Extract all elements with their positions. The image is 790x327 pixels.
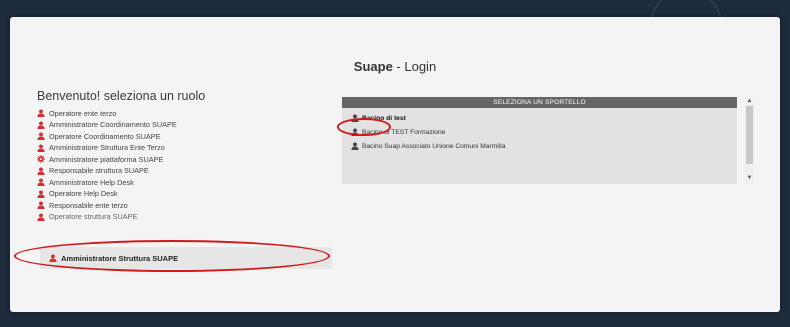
user-icon: [37, 144, 45, 152]
scroll-thumb[interactable]: [746, 106, 753, 164]
user-icon: [351, 114, 359, 122]
role-item[interactable]: Operatore Help Desk: [37, 189, 357, 200]
role-item[interactable]: Amministratore Help Desk: [37, 177, 357, 188]
role-item[interactable]: Responsabile struttura SUAPE: [37, 166, 357, 177]
user-icon: [37, 178, 45, 187]
page-title: Suape - Login: [353, 59, 437, 74]
role-item[interactable]: Operatore Coordinamento SUAPE: [37, 131, 357, 142]
user-icon: [37, 121, 45, 129]
welcome-heading: Benvenuto! seleziona un ruolo: [37, 89, 206, 103]
user-icon: [37, 109, 45, 118]
sportello-label: Bacino di TEST Formazione: [362, 128, 446, 136]
user-icon: [37, 201, 45, 210]
role-label: Operatore Help Desk: [49, 189, 118, 199]
user-icon: [37, 190, 45, 198]
role-label: Amministratore Coordinamento SUAPE: [49, 120, 177, 130]
sportello-item[interactable]: Bacino di TEST Formazione: [351, 127, 737, 137]
sportello-panel: SELEZIONA UN SPORTELLO Bacino di test Bac…: [342, 97, 737, 184]
user-icon: [351, 142, 359, 150]
role-item[interactable]: Amministratore piattaforma SUAPE: [37, 154, 357, 165]
role-label: Responsabile struttura SUAPE: [49, 166, 149, 176]
user-icon: [351, 128, 359, 136]
scroll-down-icon[interactable]: ▼: [746, 175, 753, 182]
selected-role-label: Amministratore Struttura SUAPE: [61, 253, 179, 263]
sportello-label: Bacino Suap Associato Unione Comuni Marm…: [362, 142, 506, 150]
sportello-header: SELEZIONA UN SPORTELLO: [342, 97, 737, 108]
sportello-item[interactable]: Bacino di test: [351, 113, 737, 123]
gear-icon: [37, 155, 45, 164]
role-label: Amministratore piattaforma SUAPE: [49, 154, 164, 164]
role-item[interactable]: Amministratore Struttura Ente Terzo: [37, 143, 357, 154]
sportello-label: Bacino di test: [362, 114, 406, 122]
role-item[interactable]: Operatore ente terzo: [37, 108, 357, 119]
role-item[interactable]: Responsabile ente terzo: [37, 200, 357, 211]
role-label: Responsabile ente terzo: [49, 200, 128, 210]
selected-role-row[interactable]: Amministratore Struttura SUAPE: [40, 247, 332, 269]
role-item[interactable]: Amministratore Coordinamento SUAPE: [37, 120, 357, 131]
sportello-list: Bacino di test Bacino di TEST Formazione B…: [342, 108, 737, 151]
sportello-scrollbar[interactable]: ▲ ▼: [745, 97, 754, 184]
role-label: Operatore Coordinamento SUAPE: [49, 131, 161, 141]
user-icon: [49, 254, 57, 262]
role-item[interactable]: Operatore struttura SUAPE: [37, 212, 357, 223]
role-label: Amministratore Struttura Ente Terzo: [49, 143, 165, 153]
role-label: Operatore ente terzo: [49, 108, 117, 118]
role-list: Operatore ente terzo Amministratore Coord…: [37, 108, 357, 223]
user-icon: [37, 167, 45, 175]
scroll-up-icon[interactable]: ▲: [746, 98, 753, 105]
sportello-item[interactable]: Bacino Suap Associato Unione Comuni Marm…: [351, 141, 737, 151]
user-icon: [37, 213, 45, 221]
role-label: Operatore struttura SUAPE: [49, 212, 138, 222]
role-label: Amministratore Help Desk: [49, 177, 134, 187]
user-icon: [37, 132, 45, 141]
